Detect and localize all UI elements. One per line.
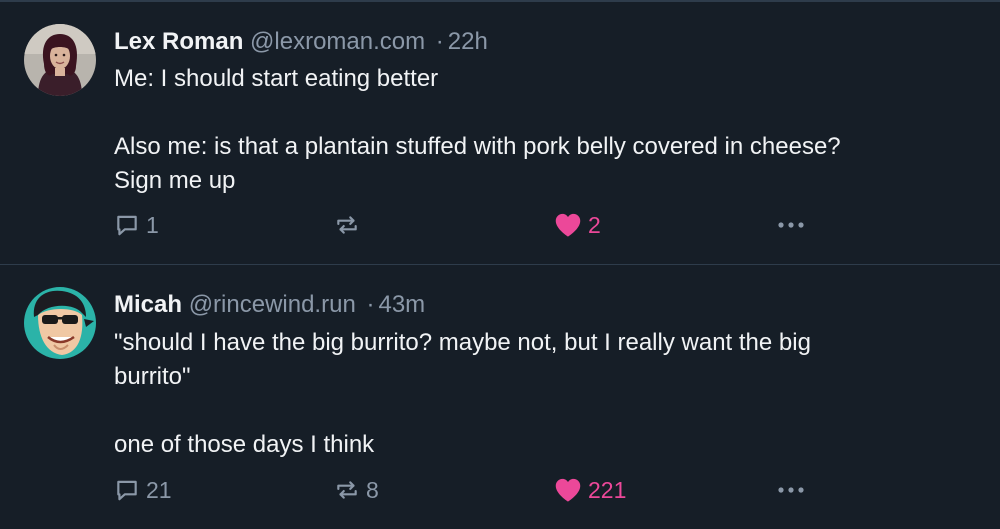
like-count: 2 <box>588 211 601 238</box>
author-handle[interactable]: @rincewind.run <box>189 291 356 318</box>
author-avatar[interactable] <box>24 287 96 359</box>
heart-icon <box>555 478 581 502</box>
avatar-cartoon-image <box>24 287 96 359</box>
repost-icon <box>337 481 357 499</box>
reply-button[interactable]: 21 <box>114 475 172 505</box>
author-name[interactable]: Micah <box>114 291 182 318</box>
post-actions: 1 2 <box>114 210 814 240</box>
repost-button[interactable]: 8 <box>334 475 379 505</box>
reply-icon <box>117 215 137 236</box>
reply-count: 1 <box>146 211 159 238</box>
avatar-photo-image <box>24 24 96 96</box>
more-options-button[interactable] <box>776 475 806 505</box>
like-button[interactable]: 2 <box>554 210 601 240</box>
post-text: "should I have the big burrito? maybe no… <box>114 329 811 458</box>
heart-icon <box>555 213 581 237</box>
header-separator: · <box>435 28 444 55</box>
reply-icon <box>117 480 137 501</box>
author-avatar[interactable] <box>24 24 96 96</box>
post-text: Me: I should start eating better Also me… <box>114 65 841 194</box>
post-card[interactable]: Lex Roman @lexroman.com · 22h Me: I shoul… <box>0 2 1000 265</box>
repost-button[interactable] <box>334 210 366 240</box>
post-card[interactable]: Micah @rincewind.run · 43m "should I have… <box>0 265 1000 529</box>
repost-count: 8 <box>366 476 379 503</box>
like-count: 221 <box>588 476 627 503</box>
more-options-button[interactable] <box>776 210 806 240</box>
author-handle[interactable]: @lexroman.com <box>250 28 425 55</box>
post-timestamp[interactable]: 22h <box>448 28 488 55</box>
reply-button[interactable]: 1 <box>114 210 159 240</box>
header-separator: · <box>366 291 375 318</box>
more-icon <box>778 222 804 228</box>
reply-count: 21 <box>146 476 172 503</box>
like-button[interactable]: 221 <box>554 475 626 505</box>
post-actions: 21 8 221 <box>114 475 814 505</box>
post-timestamp[interactable]: 43m <box>378 291 425 318</box>
more-icon <box>778 487 804 493</box>
repost-icon <box>337 216 357 234</box>
post-header: Lex Roman @lexroman.com · 22h <box>114 26 488 58</box>
post-header: Micah @rincewind.run · 43m <box>114 289 425 321</box>
author-name[interactable]: Lex Roman <box>114 28 243 55</box>
